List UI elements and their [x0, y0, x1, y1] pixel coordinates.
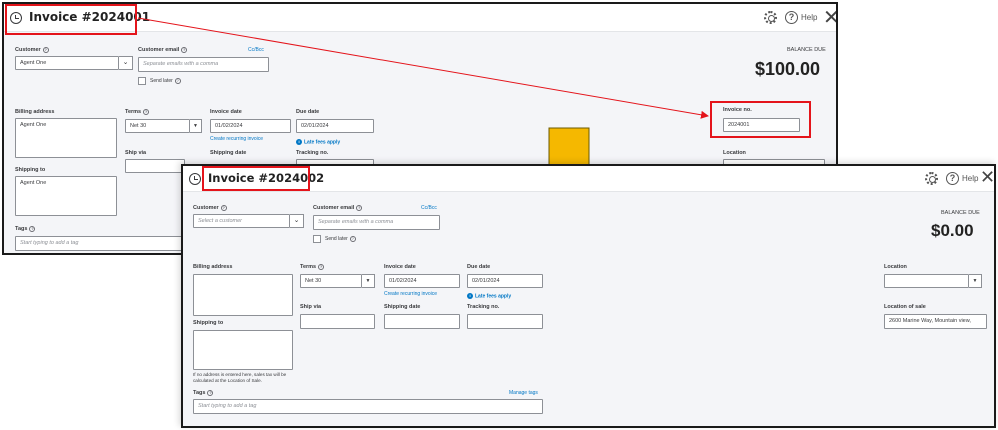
tracking-no-input[interactable] — [467, 314, 543, 329]
tracking-no-label: Tracking no. — [296, 150, 329, 156]
billing-address-label: Billing address — [15, 109, 55, 115]
send-later-checkbox[interactable] — [138, 77, 146, 85]
due-date-label: Due date — [296, 109, 320, 115]
question-icon[interactable]: ? — [349, 236, 356, 242]
tracking-no-label: Tracking no. — [467, 304, 500, 310]
gear-icon[interactable] — [925, 172, 938, 185]
late-fees-link[interactable]: i Late fees apply — [296, 139, 340, 145]
balance-due-amount: $0.00 — [931, 221, 974, 240]
shipping-to-input[interactable]: Agent One — [15, 176, 117, 216]
info-icon: i — [467, 293, 473, 299]
help-icon[interactable]: ? — [785, 11, 798, 24]
help-label[interactable]: Help — [962, 174, 978, 183]
location-label: Location — [723, 150, 746, 156]
location-of-sale-label: Location of sale — [884, 304, 926, 310]
billing-address-input[interactable]: Agent One — [15, 118, 117, 158]
location-of-sale-input[interactable]: 2600 Marine Way, Mountain view, — [884, 314, 987, 329]
close-icon[interactable]: ✕ — [980, 168, 994, 188]
invoice-date-input[interactable]: 01/02/2024 — [384, 274, 460, 288]
terms-label: Terms? — [300, 264, 325, 270]
ship-via-label: Ship via — [300, 304, 322, 310]
ship-via-label: Ship via — [125, 150, 147, 156]
location-label: Location — [884, 264, 907, 270]
invoice-date-input[interactable]: 01/02/2024 — [210, 119, 291, 133]
send-later-label: Send later? — [150, 78, 181, 84]
customer-select[interactable]: Select a customer — [193, 214, 290, 228]
chevron-down-icon[interactable]: ▼ — [969, 274, 982, 288]
history-icon[interactable] — [189, 173, 201, 185]
question-icon[interactable]: ? — [356, 205, 363, 211]
customer-email-input[interactable]: Separate emails with a comma — [313, 215, 440, 230]
chevron-down-icon[interactable]: ⌄ — [290, 214, 304, 228]
due-date-label: Due date — [467, 264, 491, 270]
customer-email-label: Customer email? — [138, 47, 188, 53]
tags-label: Tags? — [193, 390, 214, 396]
invoice-window-2024002: Invoice #2024002 ? Help ✕ Customer? Sele… — [181, 164, 996, 428]
ship-via-input[interactable] — [300, 314, 375, 329]
shipping-date-label: Shipping date — [384, 304, 421, 310]
ship-via-input[interactable] — [125, 159, 185, 173]
location-select[interactable] — [884, 274, 969, 288]
question-icon[interactable]: ? — [207, 390, 214, 396]
question-icon[interactable]: ? — [143, 109, 150, 115]
question-icon[interactable]: ? — [318, 264, 325, 270]
tags-input[interactable]: Start typing to add a tag — [15, 236, 190, 251]
customer-label: Customer? — [193, 205, 227, 211]
title-highlight-box — [5, 4, 137, 35]
info-icon: i — [296, 139, 302, 145]
invoice-no-highlight-box — [710, 101, 811, 138]
send-later-label: Send later? — [325, 236, 356, 242]
manage-tags-link[interactable]: Manage tags — [509, 390, 538, 396]
terms-select[interactable]: Net 30 — [125, 119, 190, 133]
title-highlight-box — [202, 166, 310, 191]
help-icon[interactable]: ? — [946, 172, 959, 185]
balance-due-label: BALANCE DUE — [787, 47, 826, 53]
balance-due-amount: $100.00 — [755, 59, 821, 79]
shipping-to-label: Shipping to — [193, 320, 224, 326]
customer-email-input[interactable]: Separate emails with a comma — [138, 57, 269, 72]
invoice-date-label: Invoice date — [384, 264, 416, 270]
tags-input[interactable]: Start typing to add a tag — [193, 399, 543, 414]
cc-bcc-link[interactable]: Cc/Bcc — [248, 47, 264, 53]
send-later-checkbox[interactable] — [313, 235, 321, 243]
shipping-date-input[interactable] — [384, 314, 460, 329]
create-recurring-link[interactable]: Create recurring invoice — [384, 291, 437, 297]
tags-label: Tags? — [15, 226, 36, 232]
terms-select[interactable]: Net 30 — [300, 274, 362, 288]
shipping-to-label: Shipping to — [15, 167, 46, 173]
create-recurring-link[interactable]: Create recurring invoice — [210, 136, 263, 142]
question-icon[interactable]: ? — [220, 205, 227, 211]
late-fees-link[interactable]: i Late fees apply — [467, 293, 511, 299]
chevron-down-icon[interactable]: ▼ — [190, 119, 202, 133]
chevron-down-icon[interactable]: ⌄ — [119, 56, 133, 70]
close-icon[interactable]: ✕ — [823, 7, 836, 27]
question-icon[interactable]: ? — [29, 226, 36, 232]
question-icon[interactable]: ? — [42, 47, 49, 53]
address-note: If no address is entered here, sales tax… — [193, 372, 287, 383]
chevron-down-icon[interactable]: ▼ — [362, 274, 375, 288]
shipping-to-input[interactable] — [193, 330, 293, 370]
question-icon[interactable]: ? — [181, 47, 188, 53]
billing-address-label: Billing address — [193, 264, 233, 270]
terms-label: Terms? — [125, 109, 150, 115]
cc-bcc-link[interactable]: Cc/Bcc — [421, 205, 437, 211]
shipping-date-label: Shipping date — [210, 150, 247, 156]
balance-due-label: BALANCE DUE — [941, 210, 980, 216]
help-label[interactable]: Help — [801, 13, 817, 22]
invoice-date-label: Invoice date — [210, 109, 242, 115]
due-date-input[interactable]: 02/01/2024 — [296, 119, 374, 133]
billing-address-input[interactable] — [193, 274, 293, 316]
gear-icon[interactable] — [764, 11, 777, 24]
customer-email-label: Customer email? — [313, 205, 363, 211]
question-icon[interactable]: ? — [174, 78, 181, 84]
due-date-input[interactable]: 02/01/2024 — [467, 274, 543, 288]
customer-label: Customer? — [15, 47, 49, 53]
customer-select[interactable]: Agent One — [15, 56, 119, 70]
